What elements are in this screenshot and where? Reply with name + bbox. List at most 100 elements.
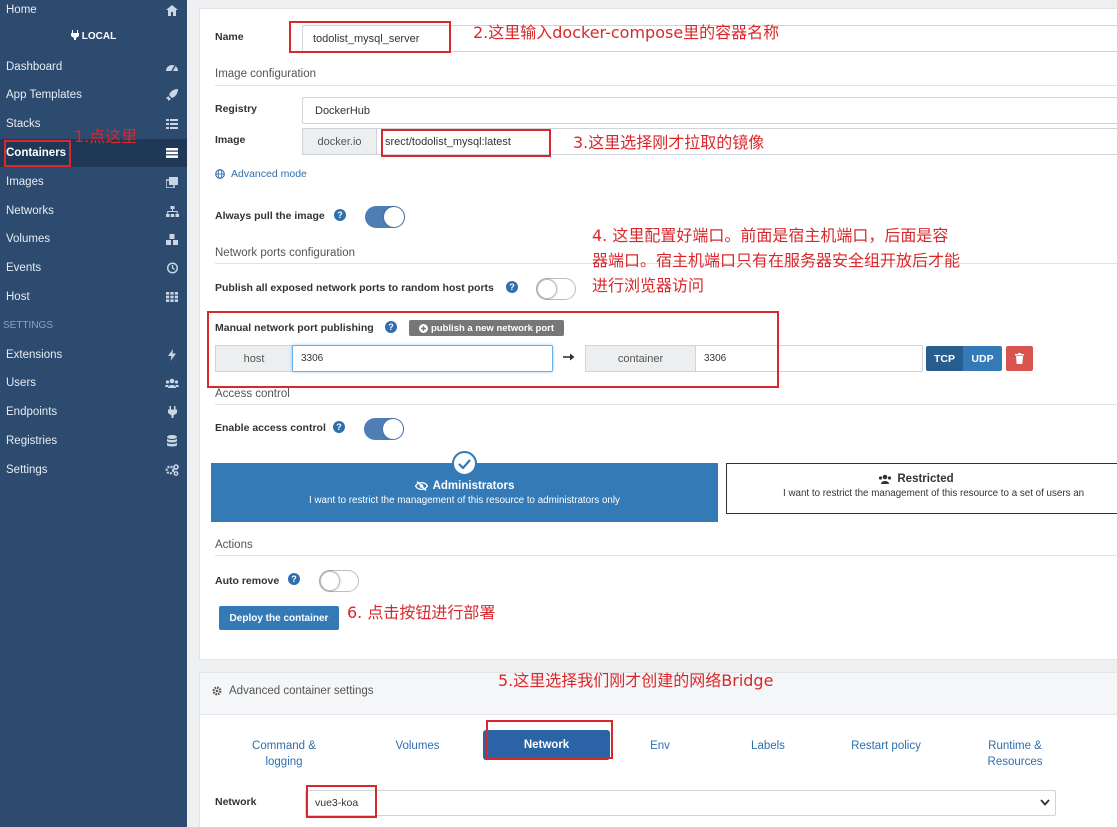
enable-access-label: Enable access control <box>215 422 326 434</box>
publish-all-label: Publish all exposed network ports to ran… <box>215 282 494 294</box>
network-select[interactable]: vue3-koa <box>305 790 1056 816</box>
advanced-settings-title-label: Advanced container settings <box>229 685 374 697</box>
sidebar-item-app-templates[interactable]: App Templates <box>0 81 187 109</box>
sidebar-item-extensions[interactable]: Extensions <box>0 341 187 369</box>
sidebar-item-networks[interactable]: Networks <box>0 197 187 225</box>
rocket-icon <box>157 89 187 101</box>
annotation-4-line2: 器端口。宿主机端口只有在服务器安全组开放后才能 <box>592 251 961 270</box>
sidebar-item-label: Home <box>6 4 37 16</box>
question-circle-icon: ? <box>334 209 346 221</box>
network-label: Network <box>215 796 257 808</box>
question-circle-icon: ? <box>288 573 300 585</box>
tab-command-logging[interactable]: Command & logging <box>239 738 329 770</box>
sidebar-item-events[interactable]: Events <box>0 254 187 282</box>
always-pull-toggle[interactable] <box>365 206 405 228</box>
sidebar: Home LOCAL Dashboard App Templates Stack… <box>0 0 187 827</box>
tcp-button[interactable]: TCP <box>926 346 963 371</box>
sidebar-item-home[interactable]: Home <box>0 0 187 24</box>
sidebar-item-label: Networks <box>6 205 54 217</box>
registry-select-value: DockerHub <box>315 104 371 117</box>
tab-volumes[interactable]: Volumes <box>380 738 455 754</box>
annotation-box-network-select <box>306 785 377 818</box>
check-circle-icon <box>452 451 477 476</box>
tab-env[interactable]: Env <box>635 738 685 754</box>
publish-all-toggle[interactable] <box>536 278 576 300</box>
sidebar-item-label: Volumes <box>6 233 51 245</box>
sidebar-item-label: Settings <box>6 464 48 476</box>
cogs-icon <box>157 464 187 476</box>
always-pull-label: Always pull the image <box>215 210 325 222</box>
history-icon <box>157 262 187 274</box>
database-icon <box>157 435 187 447</box>
cubes-icon <box>157 233 187 245</box>
grid-icon <box>157 292 187 302</box>
advanced-mode-link[interactable]: Advanced mode <box>215 168 307 180</box>
endpoint-label: LOCAL <box>0 30 187 43</box>
auto-remove-label: Auto remove <box>215 575 280 587</box>
sidebar-item-volumes[interactable]: Volumes <box>0 225 187 253</box>
sidebar-item-label: Dashboard <box>6 61 63 73</box>
sidebar-item-host[interactable]: Host <box>0 283 187 311</box>
sidebar-item-label: Images <box>6 176 44 188</box>
access-option-restricted[interactable]: Restricted I want to restrict the manage… <box>726 463 1117 514</box>
deploy-container-button[interactable]: Deploy the container <box>219 606 339 630</box>
tab-runtime-resources[interactable]: Runtime & Resources <box>970 738 1060 770</box>
sidebar-item-endpoints[interactable]: Endpoints <box>0 398 187 426</box>
sidebar-item-label: Events <box>6 262 42 274</box>
sidebar-item-label: Users <box>6 377 37 389</box>
question-circle-icon: ? <box>333 421 345 433</box>
access-control-title: Access control <box>215 388 290 400</box>
plug-icon <box>70 30 79 43</box>
users-icon <box>157 378 187 388</box>
registry-label: Registry <box>215 103 258 115</box>
clone-icon <box>157 176 187 188</box>
list-icon <box>157 119 187 129</box>
sidebar-item-label: App Templates <box>6 89 82 101</box>
annotation-box-network-tab <box>486 720 613 759</box>
restricted-title: Restricted <box>897 473 954 485</box>
divider <box>215 555 1117 556</box>
divider <box>215 85 1117 86</box>
tab-labels[interactable]: Labels <box>738 738 798 754</box>
annotation-box-containers <box>4 140 71 167</box>
question-circle-icon: ? <box>506 281 518 293</box>
auto-remove-toggle[interactable] <box>319 570 359 592</box>
sidebar-item-label: Extensions <box>6 349 63 361</box>
annotation-4-line3: 进行浏览器访问 <box>592 276 705 295</box>
cog-icon <box>212 686 222 696</box>
trash-icon <box>1015 353 1024 364</box>
globe-icon <box>215 169 225 179</box>
server-icon <box>157 148 187 158</box>
annotation-2: 2.这里输入docker-compose里的容器名称 <box>473 23 780 42</box>
bolt-icon <box>157 349 187 361</box>
name-label: Name <box>215 31 244 43</box>
annotation-4-line1: 4. 这里配置好端口。前面是宿主机端口，后面是容 <box>592 226 949 245</box>
registry-select[interactable]: DockerHub <box>302 97 1117 124</box>
sitemap-icon <box>157 205 187 217</box>
users-icon <box>878 474 892 484</box>
annotation-box-image <box>381 129 551 157</box>
sidebar-item-settings[interactable]: Settings <box>0 456 187 484</box>
annotation-box-ports <box>207 311 779 388</box>
sidebar-item-label: Host <box>6 291 30 303</box>
sidebar-item-registries[interactable]: Registries <box>0 427 187 455</box>
restricted-desc: I want to restrict the management of thi… <box>783 488 1085 499</box>
sidebar-item-dashboard[interactable]: Dashboard <box>0 53 187 81</box>
divider <box>215 404 1117 405</box>
settings-section-title: SETTINGS <box>3 320 54 331</box>
home-icon <box>157 4 187 16</box>
tachometer-icon <box>157 62 187 72</box>
advanced-mode-label: Advanced mode <box>231 168 307 180</box>
image-label: Image <box>215 134 246 146</box>
sidebar-item-users[interactable]: Users <box>0 369 187 397</box>
annotation-1: 1.点这里 <box>74 127 138 146</box>
annotation-6: 6. 点击按钮进行部署 <box>347 603 496 622</box>
eye-slash-icon <box>414 481 428 491</box>
network-ports-title: Network ports configuration <box>215 247 355 259</box>
udp-button[interactable]: UDP <box>963 346 1002 371</box>
remove-port-button[interactable] <box>1006 346 1033 371</box>
enable-access-toggle[interactable] <box>364 418 404 440</box>
sidebar-item-images[interactable]: Images <box>0 168 187 196</box>
tab-restart-policy[interactable]: Restart policy <box>840 738 932 754</box>
chevron-down-icon <box>1040 799 1050 806</box>
